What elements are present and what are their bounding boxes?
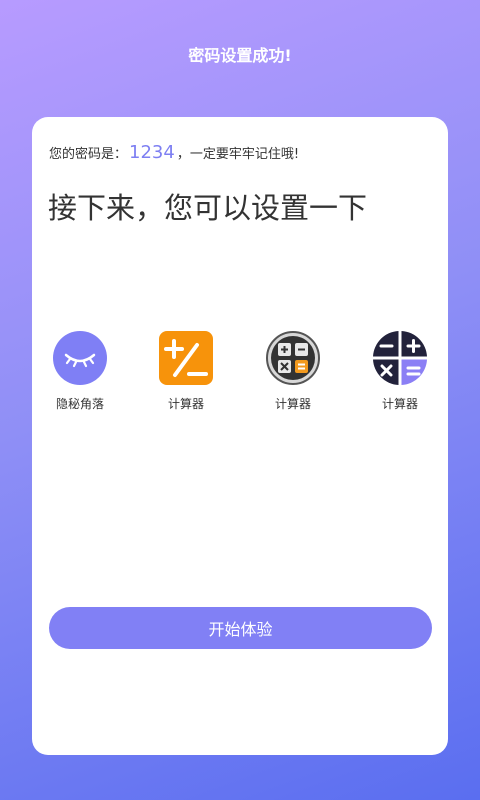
orange-calculator-icon <box>159 331 213 385</box>
password-prefix: 您的密码是： <box>49 147 128 162</box>
start-button[interactable]: 开始体验 <box>49 607 432 649</box>
icon-label: 计算器 <box>381 397 418 411</box>
icon-option-calculator-dark[interactable]: 计算器 <box>355 331 445 412</box>
gray-calculator-icon <box>266 331 320 385</box>
icon-label: 计算器 <box>274 397 311 411</box>
success-card: 您的密码是：1234，一定要牢牢记住哦! 接下来，您可以设置一下 隐秘角落 <box>32 117 448 755</box>
icon-label: 隐秘角落 <box>55 397 104 411</box>
password-suffix: ，一定要牢牢记住哦! <box>176 147 300 162</box>
icon-option-calculator-gray[interactable]: 计算器 <box>248 331 338 412</box>
next-step-heading: 接下来，您可以设置一下 <box>48 191 368 225</box>
eye-closed-icon <box>53 331 107 385</box>
icon-option-secret-corner[interactable]: 隐秘角落 <box>35 331 125 412</box>
password-value: 1234 <box>129 142 175 163</box>
icon-option-calculator-orange[interactable]: 计算器 <box>141 331 231 412</box>
icon-label: 计算器 <box>167 397 204 411</box>
page-title: 密码设置成功! <box>188 46 292 65</box>
dark-calculator-icon <box>373 331 427 385</box>
icon-options: 隐秘角落 计算器 计算器 计算器 <box>32 331 448 421</box>
password-info: 您的密码是： 1234 ，一定要牢牢记住哦! <box>49 142 299 163</box>
